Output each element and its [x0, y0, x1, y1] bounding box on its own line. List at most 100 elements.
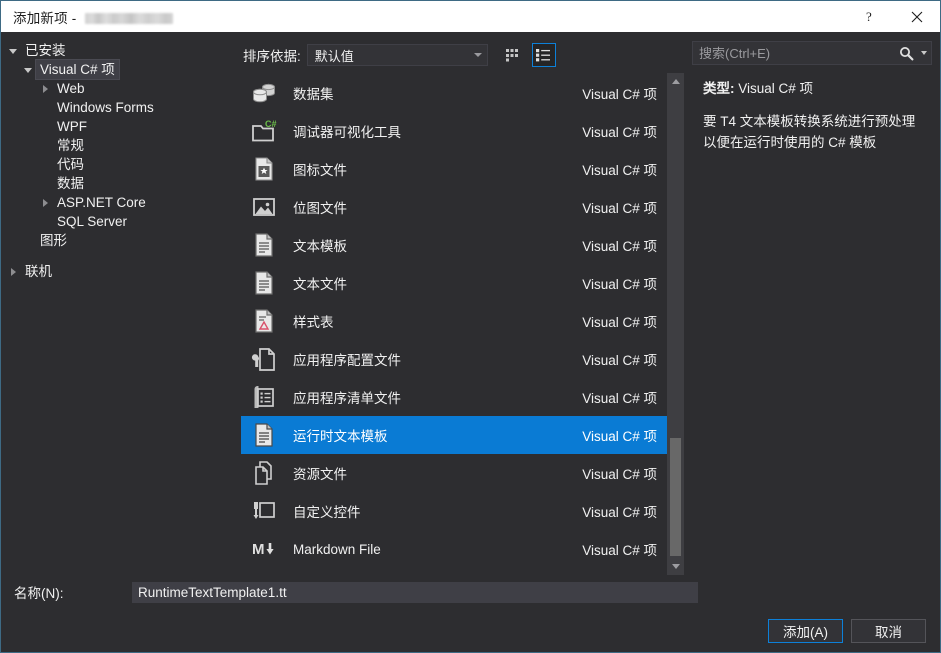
grid-view-button[interactable] [502, 43, 526, 67]
runtime-text-template-icon [247, 419, 281, 451]
svg-text:M: M [252, 541, 265, 558]
search-input[interactable] [693, 45, 895, 62]
add-button[interactable]: 添加(A) [768, 619, 843, 643]
list-item-kind: Visual C# 项 [570, 159, 657, 179]
chevron-down-icon [20, 67, 36, 72]
sort-label: 排序依据: [243, 45, 301, 65]
tree-item-web[interactable]: Web [1, 79, 241, 98]
tree-item-label: 数据 [53, 174, 88, 193]
markdown-file-icon: M [247, 533, 281, 565]
tree-item-online[interactable]: 联机 [1, 262, 241, 281]
template-description-text: 要 T4 文本模板转换系统进行预处理以便在运行时使用的 C# 模板 [703, 111, 928, 153]
tree-item-aspnet-core[interactable]: ASP.NET Core [1, 193, 241, 212]
tree-item-sql-server[interactable]: SQL Server [1, 212, 241, 231]
chevron-down-icon [470, 53, 487, 57]
title-bar: 添加新项 - ? [1, 1, 940, 32]
list-item[interactable]: 文本模板 Visual C# 项 [241, 226, 667, 264]
list-item-name: 运行时文本模板 [281, 425, 570, 445]
template-type-value: Visual C# 项 [738, 81, 813, 96]
grid-view-icon [506, 48, 521, 62]
scroll-down-button[interactable] [667, 558, 684, 575]
list-item[interactable]: 样式表 Visual C# 项 [241, 302, 667, 340]
list-item[interactable]: 资源文件 Visual C# 项 [241, 454, 667, 492]
tree-item-label: Web [53, 79, 89, 98]
tree-item-data[interactable]: 数据 [1, 174, 241, 193]
sort-toolbar: 排序依据: 默认值 [241, 41, 684, 69]
tree-item-visual-csharp[interactable]: Visual C# 项 [1, 60, 241, 79]
list-item-kind: Visual C# 项 [570, 387, 657, 407]
chevron-right-icon [37, 199, 53, 207]
list-item-kind: Visual C# 项 [570, 197, 657, 217]
debugger-visualizer-icon: C# [247, 115, 281, 147]
scrollbar-thumb[interactable] [670, 438, 681, 556]
list-item-kind: Visual C# 项 [570, 311, 657, 331]
list-item-name: 图标文件 [281, 159, 570, 179]
list-item[interactable]: C# 调试器可视化工具 Visual C# 项 [241, 112, 667, 150]
template-list-wrapper: 数据集 Visual C# 项 C# 调试器可视化工具 Visual C# 项 [241, 73, 684, 575]
tree-item-graphics[interactable]: 图形 [1, 231, 241, 250]
bitmap-file-icon [247, 191, 281, 223]
scroll-up-button[interactable] [667, 73, 684, 90]
list-item[interactable]: 应用程序配置文件 Visual C# 项 [241, 340, 667, 378]
tree-item-label: Visual C# 项 [36, 60, 119, 79]
tree-item-installed[interactable]: 已安装 [1, 41, 241, 60]
close-icon [911, 11, 923, 23]
list-item-kind: Visual C# 项 [570, 425, 657, 445]
template-description: 类型: Visual C# 项 要 T4 文本模板转换系统进行预处理以便在运行时… [692, 77, 932, 575]
list-item-name: 调试器可视化工具 [281, 121, 570, 141]
tree-item-windows-forms[interactable]: Windows Forms [1, 98, 241, 117]
tree-item-label: 联机 [21, 262, 56, 281]
view-toggle-group [502, 43, 556, 67]
tree-item-label: Windows Forms [53, 98, 158, 117]
list-item[interactable]: 自定义控件 Visual C# 项 [241, 492, 667, 530]
chevron-right-icon [5, 268, 21, 276]
list-item-name: 文本模板 [281, 235, 570, 255]
list-item[interactable]: 图标文件 Visual C# 项 [241, 150, 667, 188]
list-item-name: 文本文件 [281, 273, 570, 293]
close-button[interactable] [894, 1, 940, 32]
help-button[interactable]: ? [848, 1, 894, 32]
search-box[interactable] [692, 41, 932, 65]
style-sheet-icon [247, 305, 281, 337]
tree-item-label: WPF [53, 117, 91, 136]
list-item-name: 应用程序配置文件 [281, 349, 570, 369]
scrollbar-track[interactable] [667, 90, 684, 558]
tree-item-label: 图形 [36, 231, 71, 250]
name-input[interactable] [132, 582, 698, 603]
list-view-icon [536, 48, 551, 62]
tree-item-label: ASP.NET Core [53, 193, 150, 212]
list-item-name: 应用程序清单文件 [281, 387, 570, 407]
sort-dropdown[interactable]: 默认值 [307, 44, 488, 66]
template-list-scrollbar[interactable] [667, 73, 684, 575]
svg-text:C#: C# [265, 119, 277, 129]
tree-item-label: 已安装 [21, 41, 70, 60]
list-item-kind: Visual C# 项 [570, 121, 657, 141]
list-view-button[interactable] [532, 43, 556, 67]
search-icon[interactable] [895, 46, 917, 61]
list-item[interactable]: 数据集 Visual C# 项 [241, 74, 667, 112]
list-item[interactable]: M Markdown File Visual C# 项 [241, 530, 667, 568]
template-type-label: 类型: [703, 81, 735, 96]
tree-item-general[interactable]: 常规 [1, 136, 241, 155]
list-item[interactable]: 应用程序清单文件 Visual C# 项 [241, 378, 667, 416]
list-item-selected[interactable]: 运行时文本模板 Visual C# 项 [241, 416, 667, 454]
list-item[interactable]: 位图文件 Visual C# 项 [241, 188, 667, 226]
list-item[interactable]: 文本文件 Visual C# 项 [241, 264, 667, 302]
dialog-footer: 添加(A) 取消 [1, 609, 940, 652]
resource-file-icon [247, 457, 281, 489]
list-item-name: 位图文件 [281, 197, 570, 217]
project-name-redacted [85, 13, 173, 24]
tree-item-code[interactable]: 代码 [1, 155, 241, 174]
cancel-button[interactable]: 取消 [851, 619, 926, 643]
custom-control-icon [247, 495, 281, 527]
chevron-right-icon [37, 85, 53, 93]
dialog-content: 已安装 Visual C# 项 Web Windows Forms WPF 常规 [1, 32, 940, 575]
add-new-item-dialog: 添加新项 - ? 已安装 Visual C [0, 0, 941, 653]
template-browser: 排序依据: 默认值 [241, 32, 684, 575]
list-item-kind: Visual C# 项 [570, 349, 657, 369]
name-field-row: 名称(N): [1, 575, 940, 609]
text-template-icon [247, 229, 281, 261]
search-options-chevron-down-icon[interactable] [917, 51, 931, 55]
tree-item-wpf[interactable]: WPF [1, 117, 241, 136]
template-type-row: 类型: Visual C# 项 [703, 77, 928, 97]
